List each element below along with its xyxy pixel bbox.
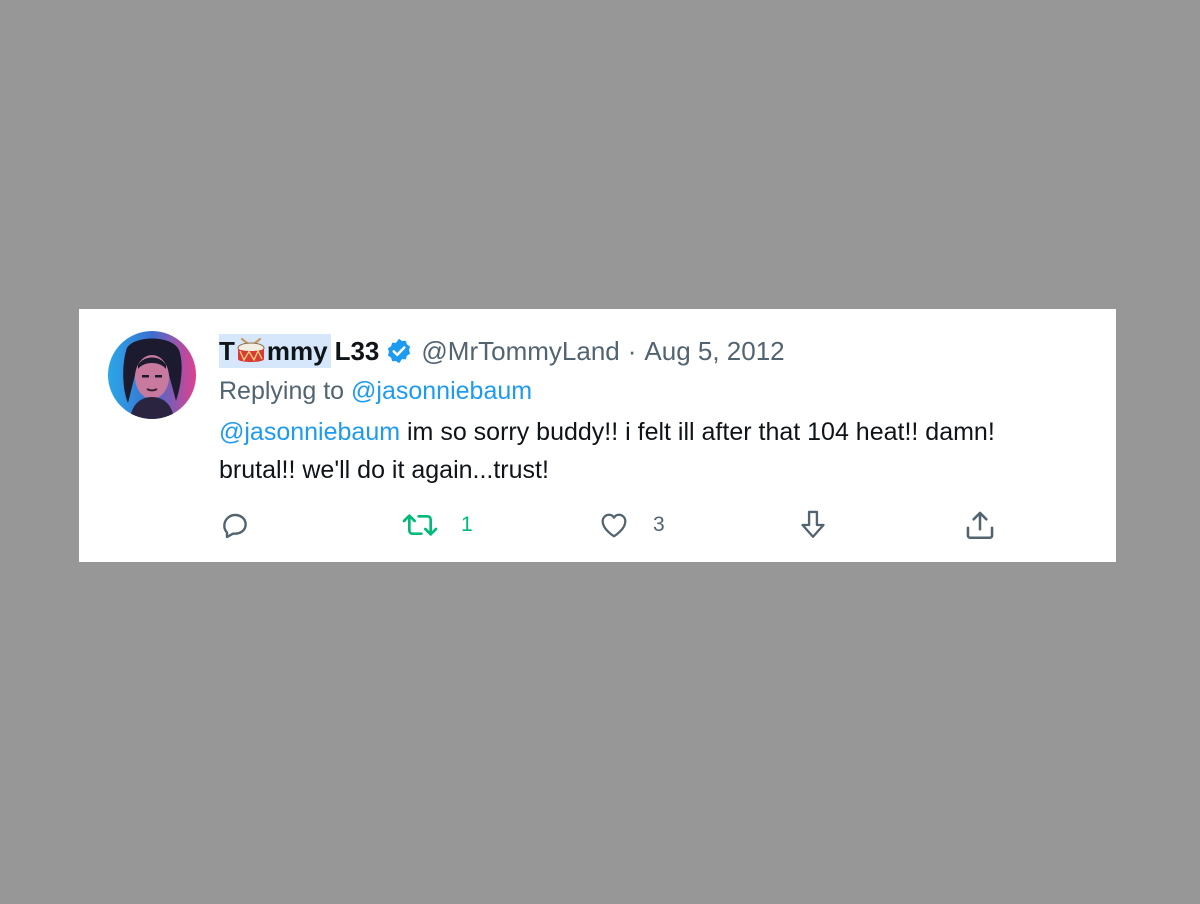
share-button[interactable] [963,507,997,543]
separator-dot: · [627,336,637,366]
verified-badge-icon [388,338,411,364]
retweet-count: 1 [461,513,473,536]
text-line-2: brutal!! we'll do it again...trust! [219,456,549,484]
replying-to-label: Replying to [219,377,345,405]
display-name[interactable]: T mmy L33 [219,333,379,369]
display-name-suffix: L33 [334,336,380,366]
tweet-date[interactable]: Aug 5, 2012 [644,333,784,369]
like-button[interactable]: 3 [597,507,665,543]
tweet-header: T mmy L33 @MrTommyLand · Aug 5, 2012 [219,333,785,369]
drum-icon [237,337,265,362]
like-count: 3 [653,513,665,536]
text-mention[interactable]: @jasonniebaum [219,418,400,446]
share-icon [966,511,994,540]
download-button[interactable] [797,507,829,543]
download-icon [801,510,825,538]
heart-icon [601,513,627,538]
reply-icon [223,513,247,539]
retweet-icon [402,514,438,536]
reply-button[interactable] [219,507,251,543]
user-handle[interactable]: @MrTommyLand [421,333,619,369]
tweet-actions: 1 3 [219,507,1099,543]
avatar-image [108,331,196,419]
replying-to-mention[interactable]: @jasonniebaum [351,377,532,405]
display-name-rest: mmy [266,336,328,366]
tweet-card[interactable]: T mmy L33 @MrTommyLand · Aug 5, 2012 Rep… [79,309,1116,562]
avatar[interactable] [108,331,196,419]
display-name-highlight: T mmy [219,334,331,368]
display-name-first: T [219,336,235,366]
retweet-button[interactable]: 1 [401,507,473,543]
text-line-1: im so sorry buddy!! i felt ill after tha… [400,418,995,446]
replying-to: Replying to @jasonniebaum [219,373,532,409]
tweet-text: @jasonniebaum im so sorry buddy!! i felt… [219,413,1099,489]
